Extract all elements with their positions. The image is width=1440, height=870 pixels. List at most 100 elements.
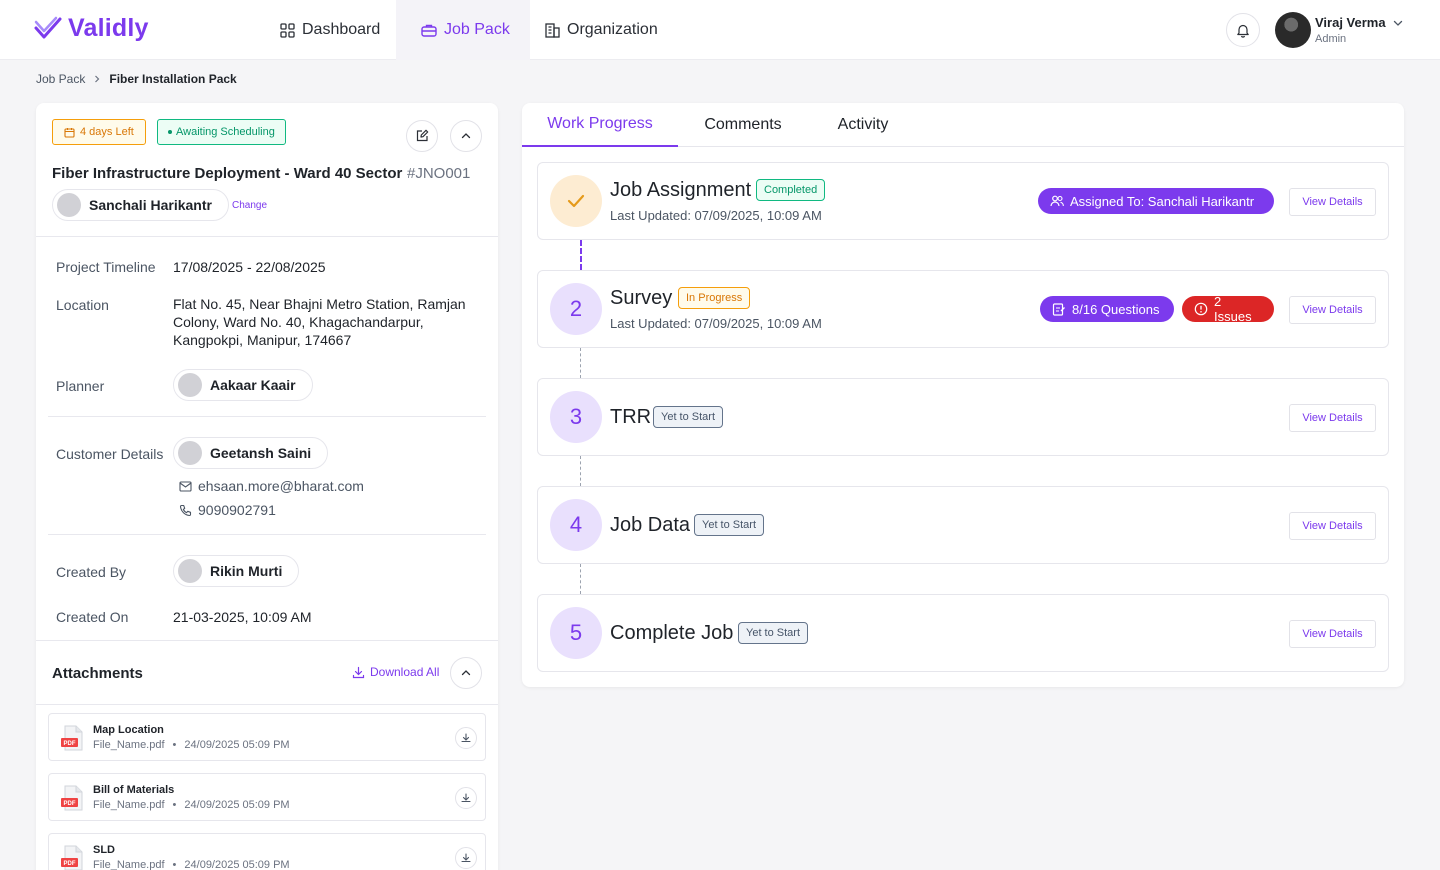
status-badge: Awaiting Scheduling: [157, 119, 286, 145]
step-status-badge: Yet to Start: [653, 406, 724, 428]
divider: [36, 704, 498, 705]
step-last-updated: Last Updated: 07/09/2025, 10:09 AM: [610, 208, 822, 223]
issues-pill[interactable]: 2 Issues: [1182, 294, 1274, 324]
attachment-title: SLD: [93, 844, 115, 856]
download-icon: [461, 853, 471, 863]
collapse-button[interactable]: [450, 120, 482, 152]
user-role: Admin: [1315, 33, 1347, 45]
attachment-download-button[interactable]: [455, 847, 477, 869]
step-number: 2: [550, 283, 602, 335]
job-code: #JNO001: [407, 165, 471, 182]
customer-email-text: ehsaan.more@bharat.com: [198, 478, 364, 494]
check-icon: [567, 194, 585, 208]
view-details-button[interactable]: View Details: [1289, 404, 1376, 432]
assignee-name: Sanchali Harikantr: [89, 197, 212, 213]
attachment-item[interactable]: PDF Bill of Materials File_Name.pdf • 24…: [48, 773, 486, 821]
step-survey: 2 Survey In Progress Last Updated: 07/09…: [537, 270, 1389, 348]
created-on-label: Created On: [56, 609, 129, 625]
alert-icon: [1194, 302, 1208, 316]
user-avatar[interactable]: [1275, 12, 1311, 48]
attachment-download-button[interactable]: [455, 727, 477, 749]
customer-name: Geetansh Saini: [210, 445, 312, 461]
calendar-icon: [64, 127, 75, 138]
change-assignee-link[interactable]: Change: [232, 200, 267, 211]
step-name: TRR: [610, 406, 652, 428]
view-details-button[interactable]: View Details: [1289, 620, 1376, 648]
customer-email[interactable]: ehsaan.more@bharat.com: [179, 478, 364, 494]
customer-chip: Geetansh Saini: [173, 437, 329, 469]
svg-text:PDF: PDF: [64, 861, 76, 867]
clipboard-icon: [1052, 302, 1066, 316]
breadcrumb-job-pack[interactable]: Job Pack: [36, 72, 85, 86]
nav-job-pack[interactable]: Job Pack: [396, 0, 530, 60]
customer-label: Customer Details: [56, 446, 164, 462]
mail-icon: [179, 480, 192, 492]
top-bar: Validly Dashboard Job Pack Organization …: [0, 0, 1440, 60]
view-details-button[interactable]: View Details: [1289, 512, 1376, 540]
building-icon: [545, 22, 560, 38]
view-details-button[interactable]: View Details: [1289, 296, 1376, 324]
breadcrumb: Job Pack Fiber Installation Pack: [36, 72, 237, 86]
pdf-icon: PDF: [61, 785, 85, 811]
avatar: [178, 441, 202, 465]
chevron-down-icon[interactable]: [1392, 17, 1404, 29]
step-status-badge: Yet to Start: [738, 622, 809, 644]
nav-organization-label: Organization: [567, 21, 658, 38]
attachment-filename: File_Name.pdf: [93, 859, 165, 870]
planner-name: Aakaar Kaair: [210, 377, 296, 393]
step-job-assignment: Job Assignment Completed Last Updated: 0…: [537, 162, 1389, 240]
divider: [48, 534, 486, 535]
step-connector: [580, 348, 581, 378]
nav-dashboard[interactable]: Dashboard: [266, 0, 392, 60]
step-status-badge: In Progress: [678, 287, 751, 309]
customer-phone[interactable]: 9090902791: [179, 502, 276, 518]
step-name: Survey: [610, 287, 673, 309]
job-title: Fiber Infrastructure Deployment - Ward 4…: [52, 165, 403, 182]
step-job-data: 4 Job Data Yet to Start View Details: [537, 486, 1389, 564]
notifications-button[interactable]: [1226, 13, 1260, 47]
assigned-to-pill[interactable]: Assigned To: Sanchali Harikantr: [1038, 188, 1274, 214]
attachment-meta: File_Name.pdf • 24/09/2025 05:09 PM: [93, 859, 290, 870]
step-status-badge: Completed: [756, 179, 826, 201]
view-details-button[interactable]: View Details: [1289, 188, 1376, 216]
logo-text: Validly: [68, 14, 149, 42]
planner-chip: Aakaar Kaair: [173, 369, 313, 401]
questions-pill[interactable]: 8/16 Questions: [1040, 296, 1174, 322]
download-all-label: Download All: [370, 665, 440, 679]
download-icon: [461, 793, 471, 803]
attachment-download-button[interactable]: [455, 787, 477, 809]
collapse-attachments-button[interactable]: [450, 657, 482, 689]
nav-organization[interactable]: Organization: [531, 0, 669, 60]
chevron-up-icon: [460, 667, 472, 679]
created-by-chip: Rikin Murti: [173, 555, 300, 587]
step-complete-job: 5 Complete Job Yet to Start View Details: [537, 594, 1389, 672]
step-status-badge: Yet to Start: [694, 514, 765, 536]
tab-bar: Work Progress Comments Activity: [522, 103, 1404, 147]
step-number: 5: [550, 607, 602, 659]
attachment-filename: File_Name.pdf: [93, 799, 165, 811]
phone-icon: [179, 504, 192, 517]
nav-dashboard-label: Dashboard: [302, 21, 381, 38]
logo-icon: [34, 16, 62, 42]
planner-label: Planner: [56, 378, 105, 394]
tab-work-progress[interactable]: Work Progress: [522, 103, 678, 147]
download-all-button[interactable]: Download All: [352, 665, 439, 679]
divider: [48, 416, 486, 417]
edit-button[interactable]: [406, 120, 438, 152]
attachments-title: Attachments: [52, 665, 143, 682]
nav-job-pack-label: Job Pack: [444, 21, 510, 38]
attachment-title: Bill of Materials: [93, 784, 175, 796]
step-connector: [580, 564, 581, 594]
logo[interactable]: Validly: [34, 14, 149, 43]
avatar: [178, 373, 202, 397]
assignee-chip: Sanchali Harikantr: [52, 189, 229, 221]
attachment-item[interactable]: PDF Map Location File_Name.pdf • 24/09/2…: [48, 713, 486, 761]
step-name: Job Data: [610, 514, 691, 536]
divider: [36, 640, 498, 641]
tab-activity[interactable]: Activity: [818, 103, 908, 147]
attachment-meta: File_Name.pdf • 24/09/2025 05:09 PM: [93, 799, 290, 811]
attachment-item[interactable]: PDF SLD File_Name.pdf • 24/09/2025 05:09…: [48, 833, 486, 870]
tab-comments[interactable]: Comments: [688, 103, 798, 147]
user-name[interactable]: Viraj Verma: [1315, 15, 1386, 30]
created-by-label: Created By: [56, 564, 127, 580]
